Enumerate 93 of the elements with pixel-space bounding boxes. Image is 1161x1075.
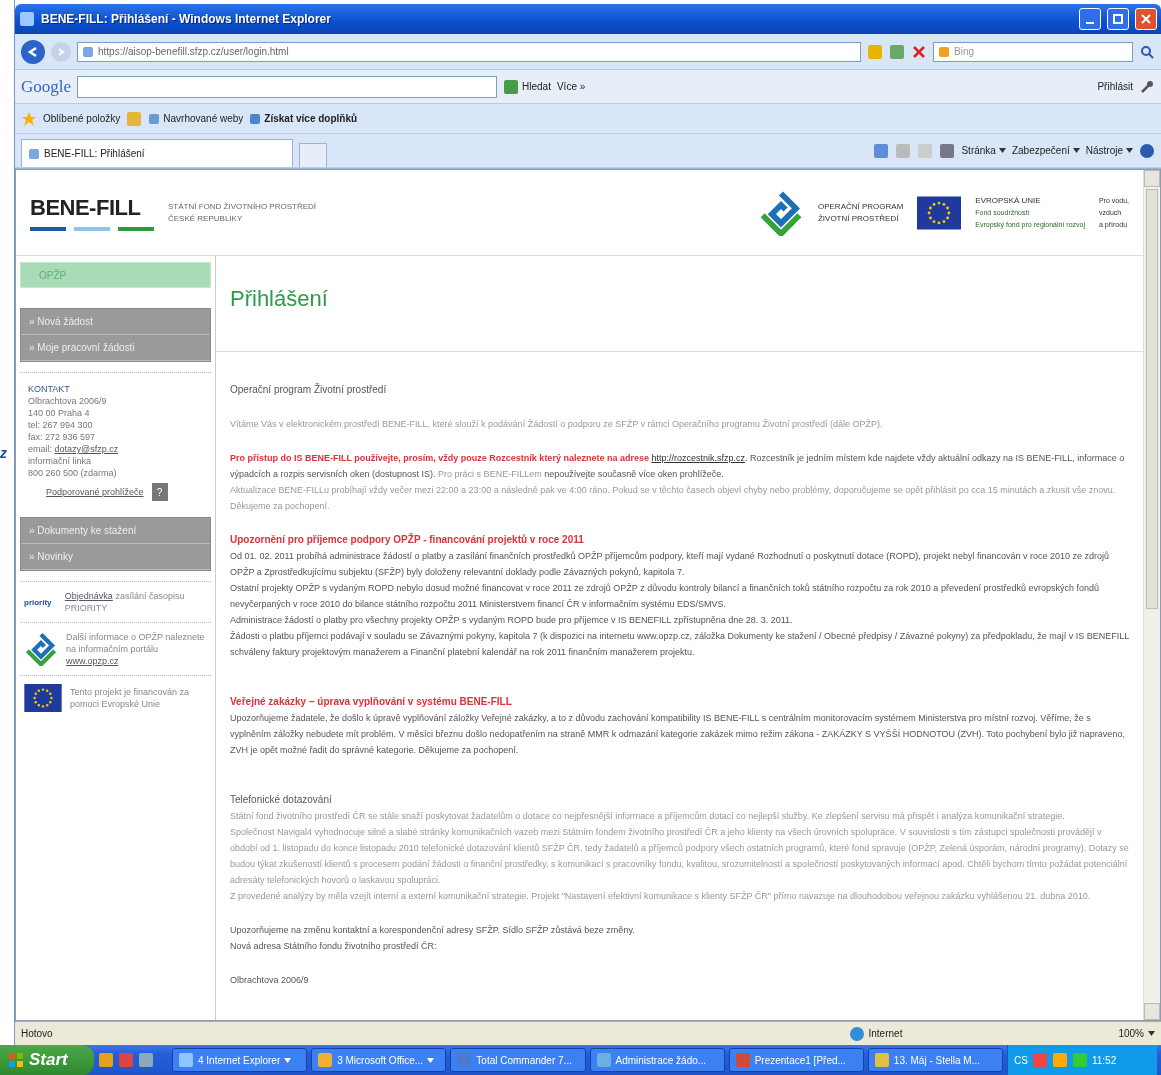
paragraph: Operační program Životní prostředí — [230, 382, 388, 397]
close-icon — [1141, 14, 1151, 24]
caret-icon — [998, 148, 1006, 153]
paragraph: Státní fond životního prostředí ČR se stále snaží poskytovat žadatelům o dotace co nejpřesnější informace a příjemcům dotací co nejlepší služby. Ke zlepšení servisu má přispět i analýza komunikační strategie. — [230, 810, 1066, 823]
caret-icon — [1148, 1031, 1155, 1036]
zone-indicator: Internet — [848, 1025, 903, 1042]
search-icon[interactable] — [1139, 43, 1155, 60]
browsers-link[interactable]: Podporované prohlížeče — [46, 487, 144, 497]
paragraph: Z provedené analýzy by měla vzejít interní a externí komunikační strategie. Projekt "Nastavení efektivní komunikace s klienty SFŽP ČR" přímo navazuje na dlouhodobou veřejnou zakázku vyhlášenou 21. dubna 2010. — [230, 890, 1092, 903]
contact-line: fax: 272 936 597 — [28, 431, 97, 443]
contact-line: 140 00 Praha 4 — [28, 407, 91, 419]
maximize-icon — [1113, 14, 1123, 24]
eu-title: EVROPSKÁ UNIE — [975, 194, 1042, 207]
favorites-bar-item[interactable]: Navrhované weby — [148, 112, 244, 125]
browser-tab[interactable]: BENE-FILL: Přihlášení — [21, 139, 293, 167]
taskbar-item[interactable]: Prezentace1 [Před... — [728, 1048, 864, 1072]
back-button[interactable] — [21, 39, 45, 64]
contact-line: tel: 267 994 300 — [28, 419, 94, 431]
site-logo[interactable]: BENE-FILL — [30, 194, 154, 221]
google-logo: Google — [21, 76, 72, 97]
paragraph: Upozorňujeme žadatele, že došlo k úpravě vyplňování záložky Veřejné zakázky, a to z důvodu zachování kompatibility IS BENE-FILL s centrálním monitorovacím systémem Ministerstva pro místní rozvoj. Věříme, že s vyplněním záložky nebudete mít problém. V měsíci březnu došlo nedopatřením na straně MMR k odmazání kategorie zakázek mimo režim zákona - ZAKÁZKY S VYŠŠÍ HODNOTOU (ZVH). Toto pochybení bylo již napraveno, ZVH je opět možné řadit do správné kategorie. Děkujeme za pochopení. — [230, 712, 1126, 757]
status-text: Hotovo — [21, 1028, 53, 1039]
order-link[interactable]: Objednávka — [64, 591, 113, 601]
caret-icon — [427, 1057, 435, 1063]
paragraph: Žádosti o platbu příjemci podávají v souladu se Závaznými pokyny, kapitola 7 (k dispozici na internetu www.opzp.cz, záložka Dokumenty ke stažení / Obecné předpisy / Závazné pokyny) za předpokladu, že mají v IS BENEFILL schváleny faktury projektovým manažerem a Finanční platební kalendář na rok 2011 finančním manažerem projektu. — [230, 630, 1129, 659]
logo-stripes-icon — [30, 226, 154, 231]
caret-icon — [1072, 148, 1080, 153]
favorites-button[interactable]: Oblíbené položky — [43, 113, 121, 124]
more-button[interactable]: Více » — [556, 81, 586, 92]
taskbar-item[interactable]: 3 Microsoft Office... — [311, 1048, 447, 1072]
paragraph: Nová adresa Státního fondu životního prostředí ČR: — [230, 940, 438, 953]
zoom-button[interactable]: 100% — [1118, 1028, 1155, 1039]
scrollbar[interactable] — [1143, 170, 1160, 1020]
contact-label: email: — [28, 444, 53, 454]
address-link[interactable]: http://rozcestnik.sfzp.cz — [651, 453, 745, 463]
command-menu[interactable]: Zabezpečení — [1011, 145, 1080, 156]
paragraph: Aktualizace BENE-FILLu probíhají vždy večer mezi 22:00 a 23:00 a následně pak ve 4:00 ráno. Pokud se v těchto časech objeví chyby nebo problémy, doporučujeme se opět přihlásit po cca 15 minutách a zkusit vše znovu. Děkujeme za pochopení. — [230, 484, 1117, 513]
contact-line: 800 260 500 (zdarma) — [28, 467, 118, 479]
portal-link[interactable]: www.opzp.cz — [66, 656, 119, 666]
eu-flag-icon — [24, 684, 62, 712]
diamond-logo-icon — [24, 632, 58, 666]
email-link[interactable]: dotazy@sfzp.cz — [54, 444, 119, 454]
taskbar-item[interactable]: Total Commander 7... — [450, 1048, 586, 1072]
clock: 11:52 — [1091, 1054, 1117, 1066]
command-menu[interactable]: Nástroje — [1085, 145, 1133, 156]
minimize-button[interactable] — [1079, 8, 1101, 30]
contact-heading: KONTAKT — [28, 383, 71, 395]
help-button[interactable]: ? — [151, 483, 168, 501]
paragraph: Od 01. 02. 2011 probíhá administrace žádostí o platby a zasílání finančních prostředků OPŽP příjemcům podpory, kteří mají vydané Rozhodnutí o poskytnutí dotace (ROPD), projekt nebyl financován v roce 2010 ze zdrojů OPŽP a Zprostředkujícímu subjektu (SFŽP) byly doloženy relevantní doklady podle Závazných pokynů, kapitola 7. — [230, 550, 1110, 579]
paragraph: Telefonické dotazování — [230, 793, 333, 807]
notice-paragraph: Pro přístup do IS BENE-FILL používejte, prosím, vždy pouze Rozcestník který naleznete na adrese http://rozcestnik.sfzp.cz. Rozcestník je jedním místem kde najdete vždy aktuální odkazy na IS BENE-FILL, informace o výpadcích a rozpis servisních oken (dostupnost IS). Pro práci s BENE-FILLem nepoužívejte současně více oken prohlížeče. — [230, 452, 1126, 481]
caret-icon — [1126, 148, 1133, 153]
taskbar-item[interactable]: 13. Máj - Stella M... — [867, 1048, 1004, 1072]
new-tab-button[interactable] — [299, 143, 327, 167]
paragraph: Olbrachtova 2006/9 — [230, 974, 310, 987]
promo-text: Objednávka zasílání časopisu PRIORITY — [64, 590, 186, 614]
notice-heading: Veřejné zakázky – úprava vyplňování v systému BENE-FILL — [230, 695, 513, 709]
program-name: OPERAČNÍ PROGRAM — [817, 200, 904, 213]
wrench-icon[interactable] — [1139, 78, 1155, 95]
search-button[interactable]: Hledat — [503, 78, 551, 95]
program-name: ŽIVOTNÍ PROSTŘEDÍ — [817, 212, 900, 225]
caret-icon — [284, 1057, 292, 1063]
magazine-logo: priority — [24, 597, 53, 607]
fund-name: ČESKÉ REPUBLIKY — [168, 212, 244, 225]
google-search-field[interactable] — [77, 75, 498, 98]
start-button[interactable]: Start — [0, 1045, 94, 1075]
minimize-icon — [1086, 22, 1094, 24]
paragraph: Ostatní projekty OPŽP s vydaným ROPD nebylo dosud možné financovat v roce 2011 ze zdrojů OPŽP z důvodu kontroly bilancí a finančních toků státního rozpočtu za rok 2010 a převedení prostředků evropských fondů nevyčerpaných v roce 2010 do bilance státního rozpočtu 2011 Ministerstvem financí ČR v informačním systému EDS/SMVS. — [230, 582, 1100, 611]
taskbar-item[interactable]: 4 Internet Explorer — [172, 1048, 308, 1072]
promo-text: Další informace o OPŽP naleznete na informačním portálu www.opzp.cz — [66, 631, 206, 667]
window-title: BENE-FILL: Přihlášení - Windows Internet Explorer — [41, 12, 332, 26]
page-title: Přihlášení — [216, 256, 1143, 352]
sign-in-button[interactable]: Přihlásit — [1097, 81, 1133, 92]
paragraph: Společnost Navigal4 vyhodnocuje silné a slabé stránky komunikačních vazeb mezi Státním fondem životního prostředí ČR a jeho klienty na všech úrovních spolupráce. V souvislosti s tím zástupci společnosti provádějí v období od 1. listopadu do konce listopadu 2010 telefonické dotazování klientů SFŽP ČR, tedy žadatelů a příjemců podpory všech ostatních programů, které fond spravuje (OPŽP, Zelená úsporám, národní programy). Dotazy se budou týkat zkušeností klientů s procesem podání žádosti o finanční prostředky, s komunikací s pracovníky fondu, kvalitou, srozumitelností a společností poskytovaných informací apod. Chtěli bychom tímto požádat potenciální adresáty telefonických hovorů o laskavou spolupráci. — [230, 826, 1129, 887]
command-menu[interactable]: Stránka — [961, 145, 1006, 156]
close-button[interactable] — [1135, 8, 1157, 30]
fund-name: STÁTNÍ FOND ŽIVOTNÍHO PROSTŘEDÍ — [168, 200, 316, 213]
taskbar-item[interactable]: Administrace žádo... — [589, 1048, 725, 1072]
paragraph: Administrace žádostí o platby pro všechny projekty OPŽP s vydaným ROPD bude pro příjemce v IS BENEFILL zpřístupněna dne 28. 3. 2011. — [230, 614, 794, 627]
paragraph: Upozorňujeme na změnu kontaktní a korespondenční adresy SFŽP. Sídlo SFŽP zůstává beze změny. — [230, 924, 636, 937]
margin-mark: z — [0, 444, 8, 461]
forward-button[interactable] — [51, 41, 71, 62]
star-icon[interactable] — [21, 110, 37, 127]
promo-text: Tento projekt je financován za pomoci Evropské Unie — [70, 686, 191, 710]
windows-logo-icon — [8, 1052, 24, 1068]
paragraph: Vítáme Vás v elektronickém prostředí BENE-FILL, které slouží k podávání Žádostí o podporu ze SFŽP v rámci Operačního programu Životní prostředí (dále OPŽP). — [230, 418, 884, 431]
notice-heading: Upozornění pro příjemce podpory OPŽP - financování projektů v roce 2011 — [230, 532, 585, 547]
stop-icon[interactable] — [911, 43, 927, 60]
contact-line: informační linka — [28, 455, 93, 467]
maximize-button[interactable] — [1107, 8, 1129, 30]
favorites-bar-item[interactable]: Získat více doplňků — [249, 112, 358, 125]
contact-line: Olbrachtova 2006/9 — [28, 395, 108, 407]
address-field[interactable]: https://aisop-benefill.sfzp.cz/user/login.html — [77, 41, 861, 62]
